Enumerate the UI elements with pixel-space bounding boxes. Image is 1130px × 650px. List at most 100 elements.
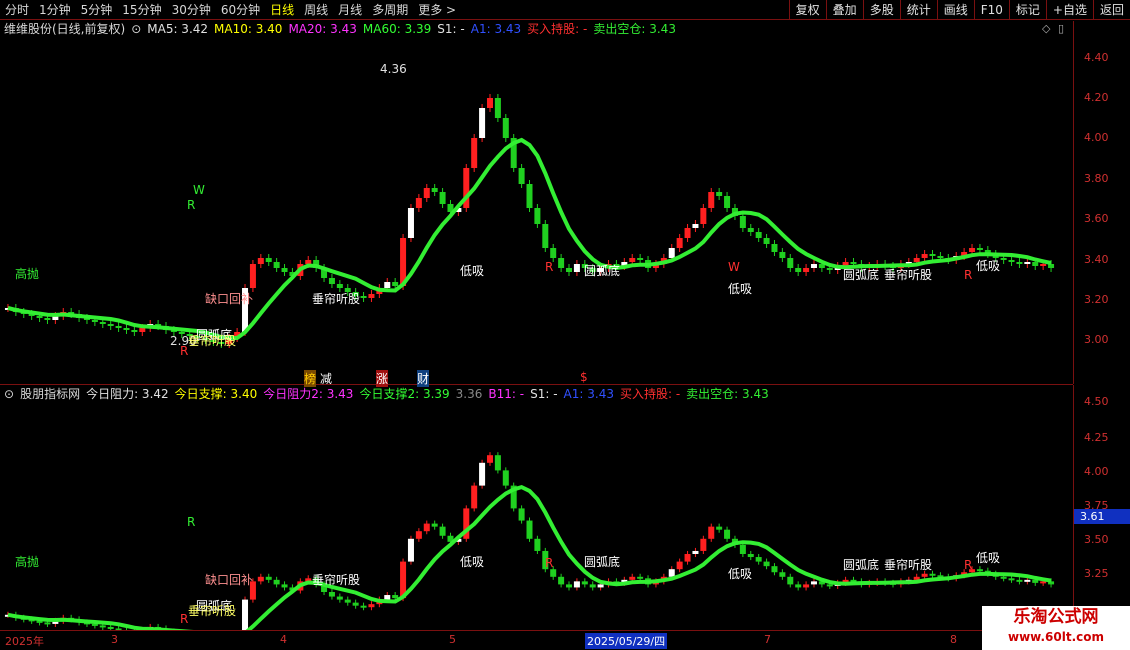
buy-hold-b-value: 买入持股: - bbox=[619, 387, 681, 401]
candle-body bbox=[99, 625, 106, 628]
candle-body bbox=[44, 622, 51, 625]
huaxian-button[interactable]: 画线 bbox=[936, 0, 974, 20]
candle-body bbox=[1040, 264, 1047, 266]
r-signal: R bbox=[187, 515, 196, 529]
kline-chart-main[interactable] bbox=[0, 38, 1073, 368]
fuquan-button[interactable]: 复权 bbox=[788, 0, 826, 20]
candle-body bbox=[937, 256, 944, 258]
candle-body bbox=[415, 531, 422, 539]
resistance-value: 今日阻力: 3.42 bbox=[86, 387, 169, 401]
r-signal: R bbox=[180, 344, 189, 358]
candle-body bbox=[107, 626, 114, 629]
biaoji-button[interactable]: 标记 bbox=[1008, 0, 1046, 20]
period-monthly[interactable]: 月线 bbox=[333, 0, 367, 20]
back-button[interactable]: 返回 bbox=[1092, 0, 1130, 20]
candle-body bbox=[771, 566, 778, 573]
candle-body bbox=[676, 238, 683, 248]
candle-body bbox=[692, 224, 699, 228]
candle-body bbox=[518, 508, 525, 521]
candle-body bbox=[637, 258, 644, 260]
candle-body bbox=[486, 455, 493, 463]
candle-body bbox=[566, 584, 573, 588]
kline-chart-indicator[interactable] bbox=[0, 402, 1073, 630]
w-signal: W bbox=[728, 260, 740, 274]
candle-body bbox=[249, 264, 256, 288]
candle-body bbox=[739, 544, 746, 554]
period-30min[interactable]: 30分钟 bbox=[167, 0, 216, 20]
candle-body bbox=[265, 258, 272, 262]
candle-body bbox=[700, 538, 707, 551]
candle-body bbox=[929, 254, 936, 256]
add-watchlist-button[interactable]: +自选 bbox=[1045, 0, 1093, 20]
extra-value: 3.36 bbox=[455, 387, 483, 401]
candle-body bbox=[826, 584, 833, 587]
f10-button[interactable]: F10 bbox=[973, 0, 1009, 20]
event-cai-marker[interactable]: 财 bbox=[417, 370, 430, 387]
period-1min[interactable]: 1分钟 bbox=[34, 0, 76, 20]
chuilian-label: 垂帘听股 bbox=[188, 334, 237, 348]
main-chart-legend: 维维股份(日线,前复权) ⊙ MA5: 3.42 MA10: 3.40 MA20… bbox=[0, 21, 682, 37]
event-dollar-marker[interactable]: $ bbox=[580, 370, 588, 384]
candle-body bbox=[929, 573, 936, 576]
high-price-label: 4.36 bbox=[380, 62, 407, 76]
chuilian-label: 垂帘听股 bbox=[312, 573, 361, 587]
buy-hold-value: 买入持股: - bbox=[527, 22, 588, 36]
candle-body bbox=[439, 526, 446, 536]
period-fenshi[interactable]: 分时 bbox=[0, 0, 34, 20]
period-more[interactable]: 更多 > bbox=[413, 0, 461, 20]
indicator-title[interactable]: 股朋指标网 bbox=[20, 386, 80, 402]
candle-body bbox=[803, 268, 810, 272]
period-daily[interactable]: 日线 bbox=[265, 0, 299, 20]
period-5min[interactable]: 5分钟 bbox=[76, 0, 118, 20]
r-signal: R bbox=[180, 612, 189, 626]
chart-title[interactable]: 维维股份(日线,前复权) bbox=[4, 21, 125, 37]
candle-body bbox=[91, 623, 98, 626]
candle-body bbox=[431, 188, 438, 192]
date-label: 4 bbox=[280, 633, 287, 646]
settings-icon[interactable]: ⊙ bbox=[131, 21, 141, 37]
candle-body bbox=[328, 592, 335, 597]
candle-body bbox=[676, 561, 683, 570]
period-15min[interactable]: 15分钟 bbox=[117, 0, 166, 20]
candle-body bbox=[566, 268, 573, 272]
tick: 3.50 bbox=[1084, 533, 1109, 546]
diejia-button[interactable]: 叠加 bbox=[825, 0, 863, 20]
ma20-value: MA20: 3.43 bbox=[288, 22, 357, 36]
tongji-button[interactable]: 统计 bbox=[899, 0, 937, 20]
candle-body bbox=[1000, 258, 1007, 260]
period-multi[interactable]: 多周期 bbox=[367, 0, 413, 20]
diamond-icon[interactable]: ◇ bbox=[1042, 22, 1050, 35]
candle-body bbox=[486, 98, 493, 108]
candle-body bbox=[91, 320, 98, 322]
candle-body bbox=[439, 192, 446, 204]
watermark-title: 乐淘公式网 bbox=[1013, 607, 1099, 627]
candle-body bbox=[668, 248, 675, 258]
candle-body bbox=[423, 523, 430, 532]
candle-body bbox=[502, 470, 509, 486]
indicator-legend: ⊙ 股朋指标网 今日阻力: 3.42 今日支撑: 3.40 今日阻力2: 3.4… bbox=[0, 386, 775, 402]
candle-body bbox=[550, 248, 557, 258]
candle-body bbox=[257, 576, 264, 582]
candle-body bbox=[810, 264, 817, 268]
period-weekly[interactable]: 周线 bbox=[299, 0, 333, 20]
candle-body bbox=[589, 584, 596, 588]
candle-body bbox=[755, 232, 762, 238]
candle-body bbox=[921, 254, 928, 258]
panel-icon[interactable]: ▯ bbox=[1058, 22, 1064, 35]
candle-body bbox=[273, 579, 280, 585]
candle-body bbox=[352, 602, 359, 606]
period-60min[interactable]: 60分钟 bbox=[216, 0, 265, 20]
candle-body bbox=[700, 208, 707, 224]
candle-body bbox=[542, 224, 549, 248]
duogu-button[interactable]: 多股 bbox=[862, 0, 900, 20]
candle-body bbox=[597, 584, 604, 588]
event-zhang-marker[interactable]: 涨 bbox=[376, 370, 389, 387]
a1-value: A1: 3.43 bbox=[470, 22, 522, 36]
event-jian-marker[interactable]: 减 bbox=[320, 370, 332, 387]
settings-icon-bottom[interactable]: ⊙ bbox=[4, 386, 14, 402]
candle-body bbox=[708, 526, 715, 539]
event-bang-marker[interactable]: 榜 bbox=[304, 370, 317, 387]
candle-body bbox=[407, 208, 414, 238]
candle-body bbox=[976, 248, 983, 250]
quekou-label: 缺口回补 bbox=[205, 292, 254, 306]
